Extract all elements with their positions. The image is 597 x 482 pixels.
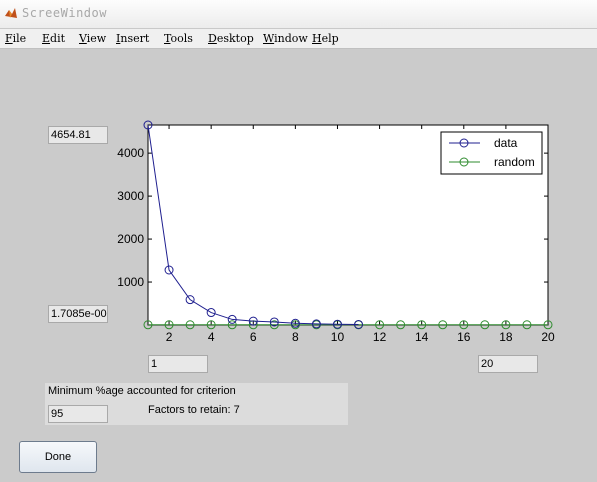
x-tick-label: 18: [499, 330, 513, 344]
x-tick-label: 20: [541, 330, 555, 344]
y-tick-label: 3000: [117, 189, 144, 203]
x-tick-label: 8: [292, 330, 299, 344]
x-tick-label: 12: [373, 330, 387, 344]
x-tick-label: 16: [457, 330, 471, 344]
x-tick-label: 2: [166, 330, 173, 344]
y-tick-label: 1000: [117, 275, 144, 289]
legend: data random: [440, 131, 543, 175]
y-tick-label: 2000: [117, 232, 144, 246]
legend-data-label: data: [494, 136, 518, 150]
scree-plot: 2 4 6 8 10 12 14 16 18 20 1000 2000 3000 4000 data ra…: [117, 120, 555, 344]
legend-random-label: random: [494, 155, 535, 169]
x-tick-label: 10: [331, 330, 345, 344]
y-tick-label: 4000: [117, 146, 144, 160]
x-tick-label: 6: [250, 330, 257, 344]
x-tick-label: 4: [208, 330, 215, 344]
x-tick-label: 14: [415, 330, 429, 344]
